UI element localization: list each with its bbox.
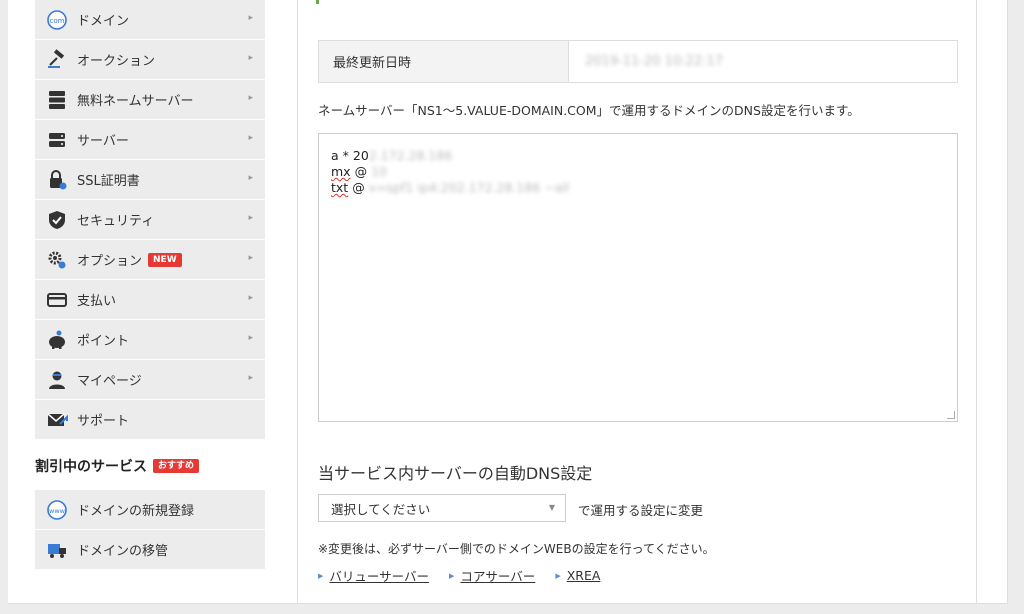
sidebar-item[interactable]: 無料ネームサーバー ▸ <box>35 80 265 120</box>
server-link-label: XREA <box>566 568 601 583</box>
chevron-right-icon: ▸ <box>248 133 253 143</box>
card-icon <box>45 288 69 312</box>
dns-record-value: 10 <box>371 164 387 179</box>
section-accent-bar <box>316 0 319 4</box>
sidebar-item-label: マイページ <box>77 374 142 389</box>
server-select-value: 選択してください <box>331 501 431 517</box>
textarea-resize-handle[interactable] <box>947 411 955 419</box>
svg-text:www: www <box>49 507 66 515</box>
chevron-right-icon: ▸ <box>248 333 253 343</box>
chevron-right-icon: ▸ <box>248 253 253 263</box>
server-select[interactable]: 選択してください ▼ <box>318 494 566 522</box>
dns-description: ネームサーバー「NS1～5.VALUE-DOMAIN.COM」で運用するドメイン… <box>318 103 860 118</box>
dns-record-value: v=spf1 ip4:202.172.28.186 ~all <box>368 180 570 195</box>
sidebar-item-label: SSL証明書 <box>77 174 140 189</box>
gears-icon <box>45 248 69 272</box>
sidebar-item-label: オークション <box>77 54 156 69</box>
triangle-right-icon: ▶ <box>449 571 455 580</box>
dns-record-line: txt @ v=spf1 ip4:202.172.28.186 ~all <box>331 180 945 196</box>
server-icon <box>45 128 69 152</box>
gavel-icon <box>45 48 69 72</box>
sidebar-item[interactable]: オークション ▸ <box>35 40 265 80</box>
chevron-right-icon: ▸ <box>248 93 253 103</box>
chevron-right-icon: ▸ <box>248 173 253 183</box>
chevron-right-icon: ▸ <box>248 373 253 383</box>
discount-title-text: 割引中のサービス <box>35 459 147 475</box>
last-updated-value: 2019-11-20 10:22:17 <box>585 54 724 69</box>
discount-item-label: ドメインの新規登録 <box>77 504 195 519</box>
sidebar-item[interactable]: com ドメイン ▸ <box>35 0 265 40</box>
server-link-label: バリューサーバー <box>329 569 430 584</box>
dns-record-type: mx <box>331 164 351 179</box>
svg-text:com: com <box>50 17 65 25</box>
dns-record-value: 2.172.28.186 <box>368 148 453 163</box>
www-globe-icon: www <box>45 498 69 522</box>
last-updated-table: 最終更新日時 2019-11-20 10:22:17 <box>318 40 958 83</box>
chevron-right-icon: ▸ <box>248 53 253 63</box>
sidebar-item-label: サーバー <box>77 134 129 149</box>
transfer-icon <box>45 538 69 562</box>
dns-record-host: @ <box>354 164 372 179</box>
discount-item-label: ドメインの移管 <box>77 544 169 559</box>
dns-lines: a * 202.172.28.186 mx @ 10 txt @ v=spf1 ip… <box>331 148 945 196</box>
select-suffix-text: で運用する設定に変更 <box>578 503 704 518</box>
shield-icon <box>45 208 69 232</box>
chevron-right-icon: ▸ <box>248 293 253 303</box>
sidebar-item[interactable]: SSL証明書 ▸ <box>35 160 265 200</box>
sidebar-item-label: ドメイン <box>77 14 130 29</box>
discount-item[interactable]: ドメインの移管 <box>35 530 265 570</box>
sidebar-item[interactable]: 支払い ▸ <box>35 280 265 320</box>
triangle-right-icon: ▶ <box>318 571 324 580</box>
discount-nav: www ドメインの新規登録 ドメインの移管 <box>35 490 265 570</box>
ssl-lock-icon <box>45 168 69 192</box>
sidebar-item-label: ポイント <box>77 334 130 349</box>
main-content: 最終更新日時 2019-11-20 10:22:17 ネームサーバー「NS1～5… <box>297 0 977 603</box>
mail-icon <box>45 408 69 432</box>
dns-record-host: * 20 <box>342 148 369 163</box>
globe-com-icon: com <box>45 8 69 32</box>
sidebar-item[interactable]: ポイント ▸ <box>35 320 265 360</box>
last-updated-label: 最終更新日時 <box>319 41 569 82</box>
chevron-right-icon: ▸ <box>248 13 253 23</box>
dns-record-type: a <box>331 148 339 163</box>
piggy-bank-icon <box>45 328 69 352</box>
server-link[interactable]: ▶ XREA <box>555 566 600 585</box>
sidebar-item-label: セキュリティ <box>77 214 155 229</box>
sidebar-item-label: サポート <box>77 414 130 429</box>
triangle-right-icon: ▶ <box>555 571 561 580</box>
sidebar-item[interactable]: オプション NEW ▸ <box>35 240 265 280</box>
sidebar-item-label: オプション <box>77 254 143 269</box>
server-stack-icon <box>45 88 69 112</box>
change-note: ※変更後は、必ずサーバー側でのドメインWEBの設定を行ってください。 <box>318 542 715 556</box>
chevron-right-icon: ▸ <box>248 213 253 223</box>
dns-record-type: txt <box>331 180 349 195</box>
dns-record-line: mx @ 10 <box>331 164 945 180</box>
discount-section-title: 割引中のサービス おすすめ <box>35 456 265 476</box>
sidebar: com ドメイン ▸ オークション ▸ 無料ネームサーバー ▸ サーバー ▸ SSL証明書 ▸ セキュ… <box>35 0 265 570</box>
discount-item[interactable]: www ドメインの新規登録 <box>35 490 265 530</box>
dns-records-textarea[interactable]: a * 202.172.28.186 mx @ 10 txt @ v=spf1 ip… <box>318 133 958 422</box>
sidebar-item[interactable]: サポート <box>35 400 265 440</box>
auto-dns-title: 当サービス内サーバーの自動DNS設定 <box>318 464 593 483</box>
server-link[interactable]: ▶ バリューサーバー <box>318 566 429 585</box>
recommended-badge: おすすめ <box>153 459 200 473</box>
sidebar-item-label: 無料ネームサーバー <box>77 94 194 109</box>
sidebar-item-label: 支払い <box>77 294 117 309</box>
user-icon <box>45 368 69 392</box>
dns-record-host: @ <box>352 180 369 195</box>
page-frame: com ドメイン ▸ オークション ▸ 無料ネームサーバー ▸ サーバー ▸ SSL証明書 ▸ セキュ… <box>8 0 1008 604</box>
server-link[interactable]: ▶ コアサーバー <box>449 566 535 585</box>
sidebar-nav: com ドメイン ▸ オークション ▸ 無料ネームサーバー ▸ サーバー ▸ SSL証明書 ▸ セキュ… <box>35 0 265 440</box>
new-badge: NEW <box>148 252 182 267</box>
dns-record-line: a * 202.172.28.186 <box>331 148 945 164</box>
sidebar-item[interactable]: セキュリティ ▸ <box>35 200 265 240</box>
chevron-down-icon: ▼ <box>548 503 555 512</box>
server-link-label: コアサーバー <box>460 569 536 584</box>
sidebar-item[interactable]: マイページ ▸ <box>35 360 265 400</box>
sidebar-item[interactable]: サーバー ▸ <box>35 120 265 160</box>
server-links: ▶ バリューサーバー ▶ コアサーバー ▶ XREA <box>318 566 620 585</box>
